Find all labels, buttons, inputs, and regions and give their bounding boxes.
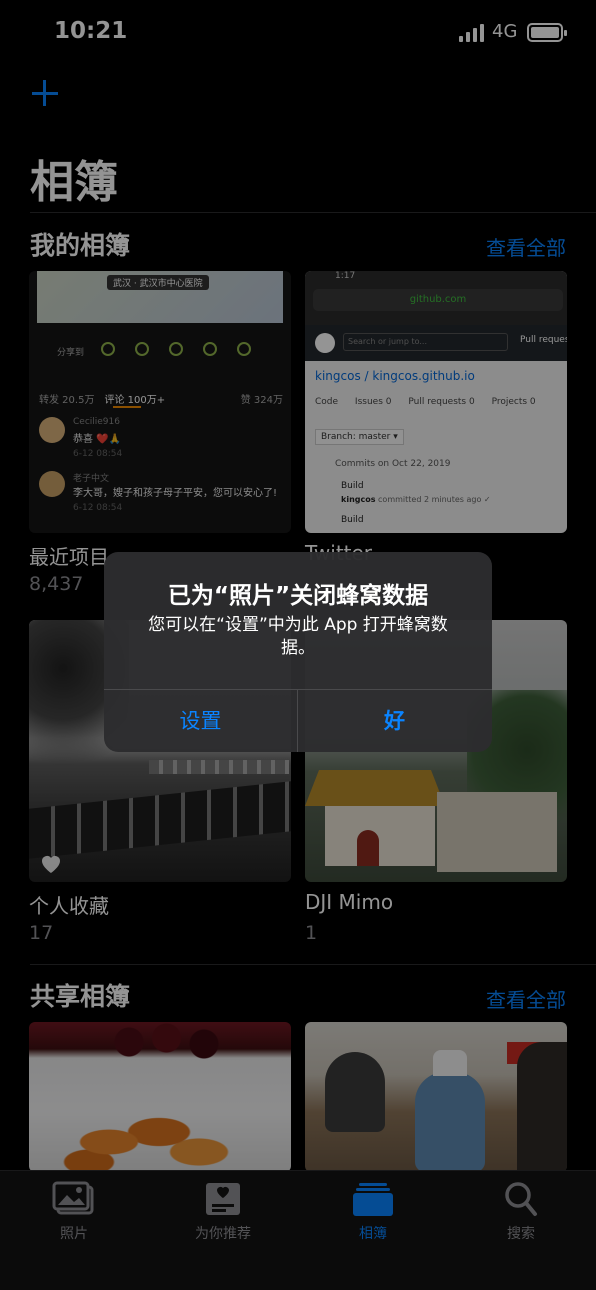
alert-settings-button[interactable]: 设置	[104, 690, 297, 752]
alert-ok-button[interactable]: 好	[298, 690, 491, 752]
alert-title: 已为“照片”关闭蜂窝数据	[167, 583, 429, 609]
alert-message: 您可以在“设置”中为此 App 打开蜂窝数据。	[148, 615, 448, 658]
cellular-data-alert: 已为“照片”关闭蜂窝数据 您可以在“设置”中为此 App 打开蜂窝数据。 设置 …	[104, 552, 492, 752]
